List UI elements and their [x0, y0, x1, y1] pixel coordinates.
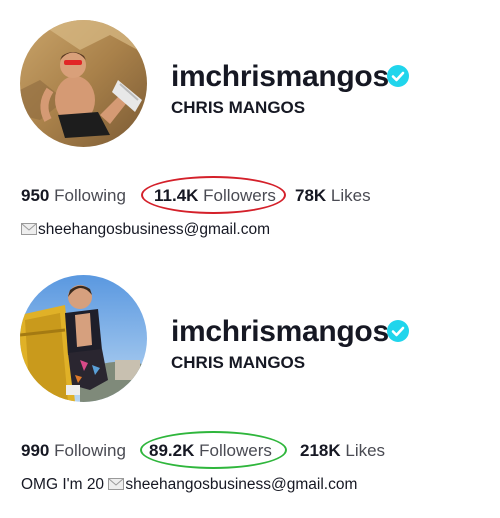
highlight-circle-green	[140, 431, 287, 469]
avatar[interactable]	[20, 20, 147, 147]
envelope-icon	[21, 223, 37, 235]
following-count: 950	[21, 186, 50, 205]
likes-count: 218K	[300, 441, 341, 460]
username: imchrismangos	[171, 315, 389, 348]
likes-count: 78K	[295, 186, 327, 205]
bio: OMG I'm 20 sheehangosbusiness@gmail.com	[21, 475, 357, 495]
likes-stat: 218K Likes	[300, 441, 385, 461]
avatar-photo	[20, 275, 147, 402]
highlight-circle-red	[141, 176, 286, 214]
following-label: Following	[54, 441, 126, 460]
avatar-photo	[20, 20, 147, 147]
verified-badge-icon	[387, 320, 409, 342]
envelope-icon	[108, 478, 125, 490]
following-count: 990	[21, 441, 50, 460]
bio-email[interactable]: sheehangosbusiness@gmail.com	[125, 476, 357, 493]
display-name: CHRIS MANGOS	[171, 98, 306, 117]
verified-badge-icon	[387, 65, 409, 87]
bio-email[interactable]: sheehangosbusiness@gmail.com	[38, 221, 270, 238]
following-stat[interactable]: 990 Following	[21, 441, 126, 461]
bio-text: OMG I'm 20	[21, 476, 109, 493]
display-name: CHRIS MANGOS	[171, 353, 306, 372]
avatar[interactable]	[20, 275, 147, 402]
likes-label: Likes	[330, 186, 371, 205]
bio: sheehangosbusiness@gmail.com	[21, 220, 270, 240]
following-label: Following	[54, 186, 126, 205]
username: imchrismangos	[171, 60, 389, 93]
following-stat[interactable]: 950 Following	[21, 186, 126, 206]
likes-label: Likes	[345, 441, 386, 460]
likes-stat: 78K Likes	[295, 186, 371, 206]
